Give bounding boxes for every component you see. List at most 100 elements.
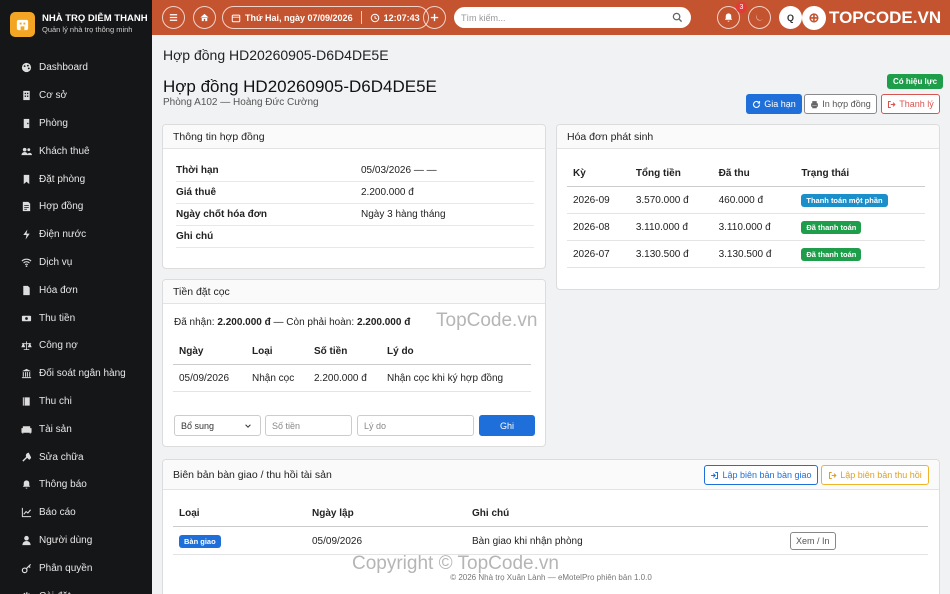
sidebar-item-label: Dashboard: [39, 62, 88, 74]
sidebar-item-12[interactable]: Thu chi: [0, 388, 152, 416]
book-icon: [22, 397, 30, 406]
search-icon[interactable]: [672, 12, 683, 23]
sidebar-item-7[interactable]: Dịch vụ: [0, 249, 152, 277]
sidebar-item-label: Thu tiền: [39, 312, 76, 324]
extend-label: Gia hạn: [764, 99, 796, 109]
search-input[interactable]: Tìm kiếm...: [454, 7, 691, 28]
status-pill: Đã thanh toán: [801, 247, 862, 261]
home-button[interactable]: [193, 6, 216, 29]
sidebar-item-14[interactable]: Sửa chữa: [0, 443, 152, 471]
terminate-label: Thanh lý: [899, 99, 934, 109]
sidebar-item-13[interactable]: Tài sản: [0, 415, 152, 443]
sidebar-item-2[interactable]: Phòng: [0, 110, 152, 138]
sidebar-item-16[interactable]: Báo cáo: [0, 499, 152, 527]
balance-icon: [21, 341, 32, 351]
brand-tagline: Quản lý nhà trọ thông minh: [42, 25, 133, 34]
create-handover-button[interactable]: Lập biên bản bàn giao: [704, 465, 818, 485]
deposit-type-select[interactable]: Bổ sung: [174, 415, 261, 436]
sidebar-item-19[interactable]: Cài đặt: [0, 582, 152, 594]
sidebar-item-4[interactable]: Đặt phòng: [0, 165, 152, 193]
sidebar-item-label: Cơ sở: [39, 90, 68, 102]
sidebar-item-18[interactable]: Phân quyền: [0, 554, 152, 582]
status-badge: Có hiệu lực: [887, 74, 944, 89]
printer-icon: [811, 100, 819, 108]
handover-btn-label: Lập biên bản bàn giao: [722, 470, 812, 480]
user-icon: [22, 535, 31, 546]
sidebar-item-15[interactable]: Thông báo: [0, 471, 152, 499]
extend-button[interactable]: Gia hạn: [746, 94, 802, 114]
palette-icon: [21, 63, 32, 73]
table-row: 05/09/2026 Nhận cọc 2.200.000 đ Nhận cọc kh…: [173, 365, 531, 392]
table-row: 2026-07 3.130.500 đ 3.130.500 đ Đã thanh to…: [567, 241, 925, 268]
sidebar-item-label: Điện nước: [39, 229, 87, 241]
info-key: Thời hạn: [176, 165, 219, 176]
brand: NHÀ TRỌ DIỄM THANH Quản lý nhà trọ thông…: [0, 0, 152, 48]
moon-icon: [756, 13, 763, 21]
column-header: Ghi chú: [472, 508, 510, 519]
contract-info-title: Thông tin hợp đồng: [163, 125, 545, 149]
sidebar-item-3[interactable]: Khách thuê: [0, 137, 152, 165]
sidebar-item-6[interactable]: Điện nước: [0, 221, 152, 249]
table-cell: 3.110.000 đ: [635, 221, 688, 233]
sidebar-item-label: Thông báo: [39, 479, 87, 491]
sidebar-item-8[interactable]: Hóa đơn: [0, 276, 152, 304]
deposit-submit-button[interactable]: Ghi: [479, 415, 535, 436]
clock-icon: [370, 13, 379, 22]
tools-icon: [22, 452, 32, 462]
menu-toggle-button[interactable]: [162, 6, 185, 29]
sidebar-item-9[interactable]: Thu tiền: [0, 304, 152, 332]
bell-icon: [22, 480, 31, 489]
sidebar-item-label: Hóa đơn: [39, 284, 78, 296]
sidebar-item-0[interactable]: Dashboard: [0, 54, 152, 82]
file-icon: [23, 285, 30, 295]
submit-label: Ghi: [499, 420, 514, 431]
status-pill: Đã thanh toán: [801, 220, 862, 234]
status-badge: Đã thanh toán: [795, 247, 925, 261]
contract-info-row: Ngày chốt hóa đơn Ngày 3 hàng tháng: [176, 204, 534, 226]
remain-amount: 2.200.000 đ: [356, 317, 411, 328]
sidebar-item-11[interactable]: Đối soát ngân hàng: [0, 360, 152, 388]
contract-info-row: Giá thuê 2.200.000 đ: [176, 182, 534, 204]
deposit-reason-input[interactable]: Lý do: [357, 415, 474, 436]
bank-icon: [21, 369, 32, 379]
status-badge: Đã thanh toán: [795, 220, 925, 234]
money-icon: [21, 315, 32, 321]
avatar[interactable]: Q: [779, 6, 802, 29]
print-contract-button[interactable]: In hợp đồng: [804, 94, 877, 114]
quick-add-button[interactable]: [423, 6, 446, 29]
status-badge: Thanh toán một phần: [795, 193, 925, 207]
deposit-amount-input[interactable]: Số tiền: [265, 415, 352, 436]
sidebar-item-label: Báo cáo: [39, 507, 76, 519]
sidebar-item-5[interactable]: Hợp đồng: [0, 193, 152, 221]
home-icon: [200, 13, 209, 22]
info-key: Giá thuê: [176, 187, 217, 198]
terminate-button[interactable]: Thanh lý: [881, 94, 940, 114]
sidebar-item-17[interactable]: Người dùng: [0, 527, 152, 555]
sidebar-item-10[interactable]: Công nợ: [0, 332, 152, 360]
table-row: 2026-09 3.570.000 đ 460.000 đ Thanh toán mộ…: [567, 187, 925, 214]
users-icon: [21, 147, 32, 155]
datetime-display: Thứ Hai, ngày 07/09/2026 12:07:43: [222, 6, 429, 29]
sidebar-item-label: Phòng: [39, 117, 68, 129]
create-recover-button[interactable]: Lập biên bản thu hồi: [821, 465, 929, 485]
plus-icon: [430, 13, 439, 22]
contract-info-row: Thời hạn 05/03/2026 — —: [176, 160, 534, 182]
status-pill: Bàn giao: [179, 534, 221, 548]
logo-icon: [10, 11, 35, 37]
recover-btn-label: Lập biên bản thu hồi: [840, 470, 922, 480]
column-header: Ngày lập: [312, 508, 354, 519]
watermark-logo: ⊕ TOPCODE.VN: [802, 5, 941, 31]
theme-toggle-button[interactable]: [748, 6, 771, 29]
status-badge: Bàn giao: [173, 534, 306, 548]
info-value: Ngày 3 hàng tháng: [361, 209, 446, 220]
table-cell: 3.570.000 đ: [635, 194, 689, 206]
sidebar-item-label: Công nợ: [39, 340, 78, 352]
view-print-button[interactable]: Xem / In: [790, 532, 836, 550]
topbar: Thứ Hai, ngày 07/09/2026 12:07:43 Tìm ki…: [152, 0, 950, 35]
sidebar-item-1[interactable]: Cơ sở: [0, 82, 152, 110]
sidebar-item-label: Đối soát ngân hàng: [39, 368, 126, 380]
bookmark-icon: [23, 174, 30, 184]
sidebar-item-label: Sửa chữa: [39, 451, 84, 463]
column-header: Tổng tiền: [635, 168, 681, 179]
sidebar-item-label: Người dùng: [39, 534, 93, 546]
